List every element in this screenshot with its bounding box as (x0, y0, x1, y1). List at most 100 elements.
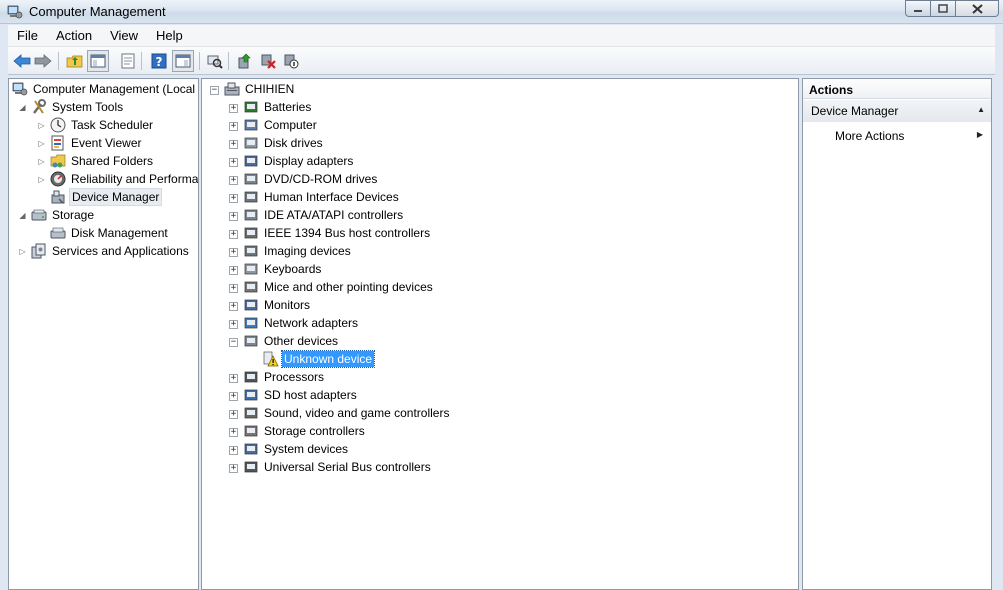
device-category-item[interactable]: Imaging devices (243, 242, 353, 260)
expand-box-icon[interactable]: + (229, 212, 238, 221)
expand-box-icon[interactable]: + (229, 302, 238, 311)
more-actions-label: More Actions (835, 129, 905, 143)
show-hide-action-pane-button[interactable] (172, 50, 194, 72)
expand-box-icon[interactable]: + (229, 464, 238, 473)
device-category-item[interactable]: Processors (243, 368, 326, 386)
expand-box-icon[interactable]: + (229, 266, 238, 275)
device-category-item[interactable]: Other devices (243, 332, 340, 350)
device-category-item[interactable]: Computer (243, 116, 319, 134)
tree-item-reliability-performance[interactable]: Reliability and Performa (50, 170, 198, 188)
actions-section-device-manager[interactable]: Device Manager ▲ (803, 100, 991, 122)
svg-text:?: ? (156, 55, 163, 69)
minimize-button[interactable] (905, 0, 931, 17)
device-category-item[interactable]: IDE ATA/ATAPI controllers (243, 206, 405, 224)
collapse-arrow-icon[interactable]: ◢ (18, 103, 27, 112)
expand-box-icon[interactable]: + (229, 392, 238, 401)
device-item-unknown[interactable]: Unknown device (263, 350, 376, 368)
menu-view[interactable]: View (101, 28, 147, 43)
expand-arrow-icon[interactable]: ▷ (37, 175, 46, 184)
device-category-label: Other devices (264, 334, 339, 348)
expand-box-icon[interactable]: + (229, 284, 238, 293)
expand-box-icon[interactable]: + (229, 122, 238, 131)
device-category-item[interactable]: Universal Serial Bus controllers (243, 458, 433, 476)
expand-box-icon[interactable]: + (229, 104, 238, 113)
tree-item-storage[interactable]: Storage (31, 206, 96, 224)
tree-item-event-viewer[interactable]: Event Viewer (50, 134, 143, 152)
expand-box-icon[interactable]: + (229, 428, 238, 437)
scan-hardware-button[interactable] (204, 50, 226, 72)
expand-arrow-icon[interactable]: ▷ (37, 157, 46, 166)
device-category-label: Imaging devices (264, 244, 351, 258)
action-pane-icon (175, 54, 191, 68)
device-category-item[interactable]: Monitors (243, 296, 312, 314)
collapse-box-icon[interactable]: − (229, 338, 238, 347)
device-category-icon (244, 137, 258, 149)
device-category-item[interactable]: Display adapters (243, 152, 355, 170)
tree-item-task-scheduler[interactable]: Task Scheduler (50, 116, 155, 134)
tree-item-system-tools[interactable]: System Tools (31, 98, 125, 116)
close-icon (971, 3, 983, 14)
menu-file[interactable]: File (8, 28, 47, 43)
tree-item-shared-folders[interactable]: Shared Folders (50, 152, 155, 170)
tree-item-computer-management[interactable]: Computer Management (Local (12, 80, 197, 98)
submenu-arrow-icon: ▶ (976, 130, 983, 139)
expand-arrow-icon[interactable]: ▷ (18, 247, 27, 256)
tree-item-services-applications[interactable]: Services and Applications (31, 242, 191, 260)
help-button[interactable]: ? (148, 50, 170, 72)
window-controls (905, 0, 999, 18)
expand-box-icon[interactable]: + (229, 410, 238, 419)
tree-item-device-manager[interactable]: Device Manager (50, 188, 163, 206)
collapse-caret-icon[interactable]: ▲ (977, 105, 985, 114)
device-category-item[interactable]: Keyboards (243, 260, 323, 278)
device-category-label: Human Interface Devices (264, 190, 399, 204)
expand-box-icon[interactable]: + (229, 176, 238, 185)
expand-arrow-icon[interactable]: ▷ (37, 139, 46, 148)
collapse-box-icon[interactable]: − (210, 86, 219, 95)
device-category-item[interactable]: DVD/CD-ROM drives (243, 170, 379, 188)
toolbar-separator (228, 52, 229, 70)
console-tree-pane[interactable]: Computer Management (Local ◢ System Tool… (8, 78, 199, 590)
expand-arrow-icon[interactable]: ▷ (37, 121, 46, 130)
device-category-item[interactable]: SD host adapters (243, 386, 359, 404)
expand-box-icon[interactable]: + (229, 140, 238, 149)
back-button[interactable] (11, 50, 33, 72)
menu-help[interactable]: Help (147, 28, 192, 43)
update-driver-icon (238, 53, 251, 69)
device-category-item[interactable]: System devices (243, 440, 350, 458)
expand-box-icon[interactable]: + (229, 158, 238, 167)
menu-action[interactable]: Action (47, 28, 101, 43)
tree-item-disk-management[interactable]: Disk Management (50, 224, 170, 242)
toolbar-separator (199, 52, 200, 70)
device-category-item[interactable]: Human Interface Devices (243, 188, 401, 206)
storage-icon (31, 209, 47, 221)
device-category-item[interactable]: Mice and other pointing devices (243, 278, 435, 296)
expand-box-icon[interactable]: + (229, 446, 238, 455)
device-category-item[interactable]: Batteries (243, 98, 313, 116)
maximize-button[interactable] (930, 0, 956, 17)
expand-box-icon[interactable]: + (229, 194, 238, 203)
computer-icon (224, 82, 240, 96)
device-category-item[interactable]: Network adapters (243, 314, 360, 332)
device-tree-root[interactable]: CHIHIEN (224, 80, 296, 98)
show-hide-console-tree-button[interactable] (87, 50, 109, 72)
forward-button[interactable] (32, 50, 54, 72)
update-driver-button[interactable] (234, 50, 256, 72)
device-category-item[interactable]: Storage controllers (243, 422, 367, 440)
device-tree-pane[interactable]: − CHIHIEN + Batteries + Computer + Disk drive… (201, 78, 799, 590)
expand-box-icon[interactable]: + (229, 248, 238, 257)
device-category-item[interactable]: IEEE 1394 Bus host controllers (243, 224, 432, 242)
properties-button[interactable] (117, 50, 139, 72)
device-category-label: Batteries (264, 100, 312, 114)
device-category-label: SD host adapters (264, 388, 357, 402)
collapse-arrow-icon[interactable]: ◢ (18, 211, 27, 220)
expand-box-icon[interactable]: + (229, 320, 238, 329)
device-category-item[interactable]: Disk drives (243, 134, 325, 152)
close-button[interactable] (955, 0, 999, 17)
disable-device-button[interactable] (280, 50, 302, 72)
expand-box-icon[interactable]: + (229, 230, 238, 239)
expand-box-icon[interactable]: + (229, 374, 238, 383)
uninstall-button[interactable] (257, 50, 279, 72)
up-one-level-button[interactable] (64, 50, 86, 72)
more-actions-item[interactable]: More Actions ▶ (803, 126, 991, 146)
device-category-item[interactable]: Sound, video and game controllers (243, 404, 451, 422)
